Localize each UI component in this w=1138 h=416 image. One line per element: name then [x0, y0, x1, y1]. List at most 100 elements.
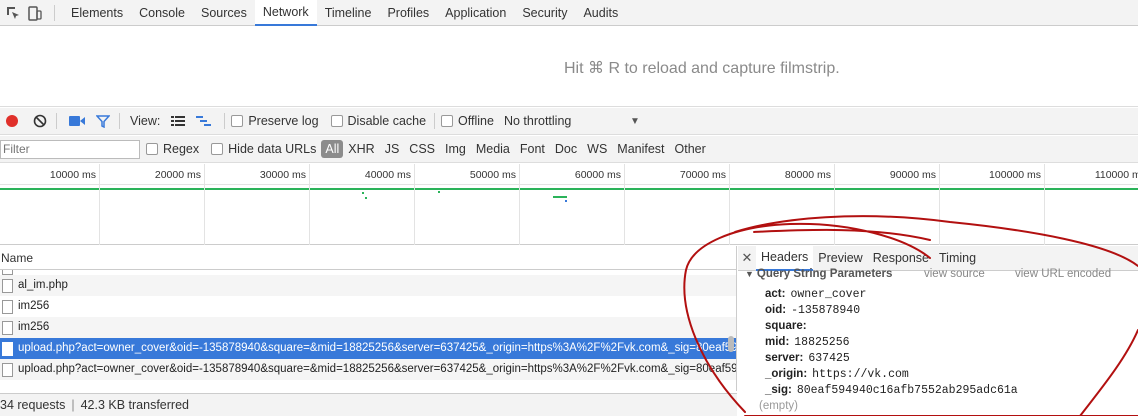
query-param: _origin: https://vk.com — [765, 366, 1018, 382]
clear-icon[interactable] — [30, 114, 50, 128]
tab-elements[interactable]: Elements — [63, 0, 131, 26]
tab-sources[interactable]: Sources — [193, 0, 255, 26]
type-filter-xhr[interactable]: XHR — [343, 140, 379, 158]
overview-tick-label: 90000 ms — [889, 169, 936, 181]
dropdown-arrow-icon: ▼ — [630, 115, 640, 127]
disable-cache-checkbox[interactable] — [330, 115, 343, 127]
tab-profiles[interactable]: Profiles — [379, 0, 437, 26]
request-rows: al_im.php im256 im256 upload.php?act=owner_… — [0, 275, 736, 386]
request-row[interactable]: im256 — [0, 296, 736, 317]
filter-icon[interactable] — [93, 114, 113, 128]
param-key: _sig: — [765, 384, 792, 396]
overview-gridline — [204, 164, 205, 245]
tab-headers[interactable]: Headers — [756, 246, 814, 271]
tab-application[interactable]: Application — [437, 0, 514, 26]
type-filter-all[interactable]: All — [321, 140, 344, 158]
query-param: act: owner_cover — [765, 286, 1018, 302]
request-row[interactable]: upload.php?act=owner_cover&oid=-13587894… — [0, 338, 736, 359]
request-name: im256 — [18, 321, 50, 333]
overview-gridline — [834, 164, 835, 245]
hide-data-urls-label: Hide data URLs — [228, 142, 317, 156]
record-icon[interactable] — [2, 114, 22, 128]
param-key: mid: — [765, 336, 790, 348]
request-name: upload.php?act=owner_cover&oid=-13587894… — [18, 342, 736, 354]
list-scrollbar[interactable] — [728, 336, 734, 352]
toolbar-divider — [54, 4, 55, 21]
param-value: 637425 — [808, 352, 850, 365]
query-params: act: owner_cover oid: -135878940 square: mid:… — [759, 286, 1018, 414]
device-mode-icon[interactable] — [26, 0, 44, 26]
toolbar-divider — [434, 113, 436, 129]
file-icon — [2, 341, 13, 356]
overview-tick-label: 40000 ms — [364, 169, 411, 181]
query-string-section-header[interactable]: ▼ Query String Parameters — [745, 268, 892, 284]
large-rows-icon[interactable] — [168, 115, 188, 127]
tab-network[interactable]: Network — [254, 0, 317, 26]
disable-cache-label: Disable cache — [347, 114, 427, 128]
partial-row — [0, 380, 736, 386]
request-name: im256 — [18, 300, 50, 312]
tab-response[interactable]: Response — [868, 246, 934, 271]
param-value: 18825256 — [794, 336, 850, 349]
filter-input[interactable] — [0, 139, 140, 159]
overview-gridline — [624, 164, 625, 245]
expand-triangle-icon: ▼ — [745, 269, 754, 279]
throttling-select[interactable]: No throttling ▼ — [504, 114, 640, 128]
overview-gridline — [519, 164, 520, 245]
request-row[interactable]: im256 — [0, 317, 736, 338]
tab-timeline[interactable]: Timeline — [317, 0, 380, 26]
tab-audits[interactable]: Audits — [575, 0, 626, 26]
request-row[interactable]: al_im.php — [0, 275, 736, 296]
query-param: square: — [765, 318, 1018, 334]
query-param: mid: 18825256 — [765, 334, 1018, 350]
regex-checkbox[interactable] — [146, 143, 158, 155]
type-filter-other[interactable]: Other — [670, 140, 711, 158]
view-url-encoded-link[interactable]: view URL encoded — [1015, 268, 1111, 280]
name-column-header[interactable]: Name — [0, 246, 736, 270]
view-source-link[interactable]: view source — [924, 268, 985, 280]
type-filter-media[interactable]: Media — [471, 140, 515, 158]
overview-bar — [565, 200, 567, 202]
overview-gridline — [939, 164, 940, 245]
param-key: square: — [765, 320, 807, 332]
toolbar-divider — [56, 113, 57, 129]
transferred-size: 42.3 KB transferred — [80, 398, 189, 412]
param-key: act: — [765, 288, 786, 300]
type-filter-css[interactable]: CSS — [404, 140, 440, 158]
tab-timing[interactable]: Timing — [934, 246, 981, 271]
waterfall-view-icon[interactable] — [194, 115, 214, 127]
overview-tick-label: 80000 ms — [784, 169, 831, 181]
query-param: _sig: 80eaf594940c16afb7552ab295adc61a — [765, 382, 1018, 398]
request-details-panel: ✕ Headers Preview Response Timing ▼ Query St… — [738, 246, 1138, 416]
devtools-tabbar: Elements Console Sources Network Timeline Pro… — [0, 0, 1138, 26]
timeline-overview[interactable]: 10000 ms 20000 ms 30000 ms 40000 ms 50000 ms… — [0, 164, 1138, 245]
param-key: oid: — [765, 304, 787, 316]
overview-bar — [365, 197, 367, 199]
preserve-log-label: Preserve log — [248, 114, 319, 128]
tab-console[interactable]: Console — [131, 0, 193, 26]
type-filter-font[interactable]: Font — [515, 140, 550, 158]
throttling-value: No throttling — [503, 114, 572, 128]
tab-security[interactable]: Security — [514, 0, 575, 26]
type-filter-manifest[interactable]: Manifest — [612, 140, 669, 158]
type-filter-doc[interactable]: Doc — [550, 140, 582, 158]
hide-data-urls-checkbox[interactable] — [211, 143, 224, 155]
regex-label: Regex — [163, 142, 200, 156]
filter-bar: Regex Hide data URLs AllXHRJSCSSImgMedia… — [0, 136, 1138, 163]
type-filter-js[interactable]: JS — [380, 140, 405, 158]
overview-gridline — [309, 164, 310, 245]
offline-checkbox[interactable] — [441, 115, 454, 127]
type-filter-img[interactable]: Img — [440, 140, 471, 158]
preserve-log-checkbox[interactable] — [231, 115, 244, 127]
request-row[interactable]: upload.php?act=owner_cover&oid=-13587894… — [0, 359, 736, 380]
overview-tick-label: 110000 ms — [1094, 169, 1138, 181]
type-filter-ws[interactable]: WS — [582, 140, 612, 158]
section-title: Query String Parameters — [756, 268, 893, 280]
capture-screenshots-icon[interactable] — [67, 115, 87, 127]
overview-tick-label: 60000 ms — [574, 169, 621, 181]
tab-preview[interactable]: Preview — [813, 246, 867, 271]
close-icon[interactable]: ✕ — [738, 250, 756, 266]
inspect-element-icon[interactable] — [4, 0, 22, 26]
query-param: oid: -135878940 — [765, 302, 1018, 318]
overview-gridline — [1044, 164, 1045, 245]
